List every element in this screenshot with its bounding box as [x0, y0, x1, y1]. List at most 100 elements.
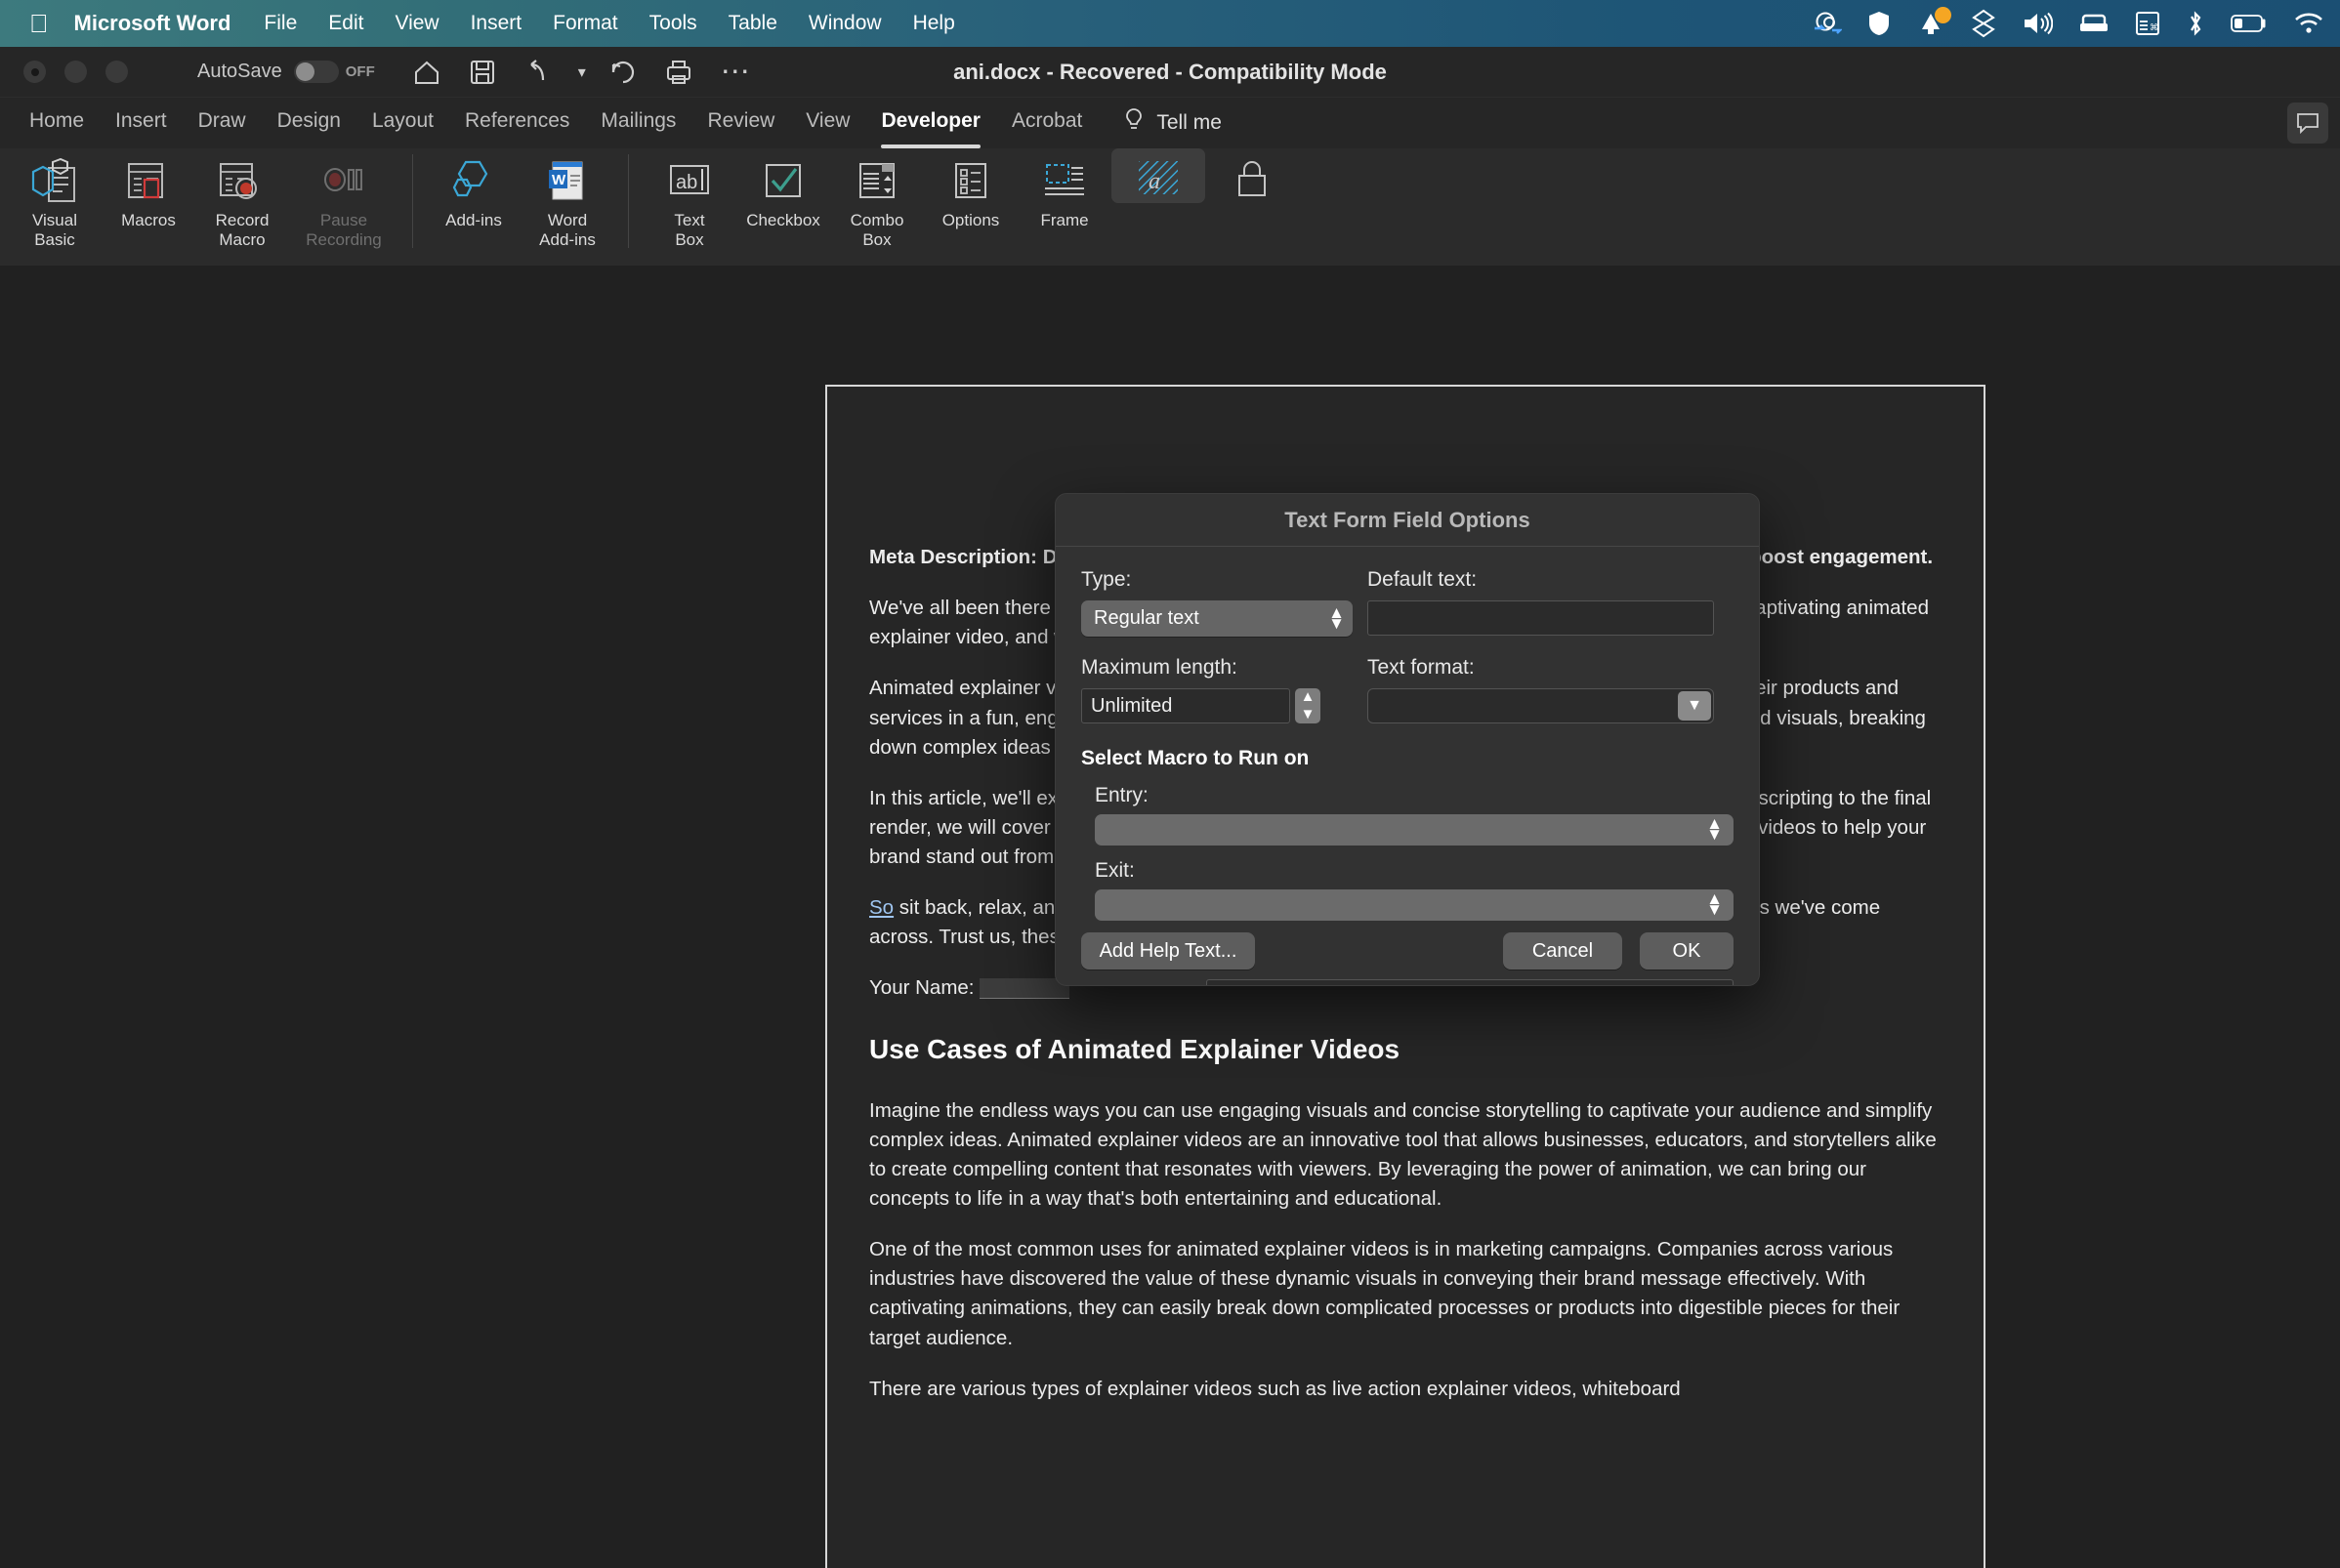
ribbon-label-line1: Text: [674, 211, 705, 229]
document-heading: Use Cases of Animated Explainer Videos: [869, 1033, 1400, 1064]
type-dropdown-value: Regular text: [1094, 607, 1199, 629]
max-length-stepper[interactable]: ▲ ▼: [1295, 688, 1320, 723]
ribbon-button-checkbox[interactable]: Checkbox: [736, 148, 830, 230]
bookmark-input[interactable]: Text1: [1206, 979, 1734, 985]
ribbon-divider: [628, 154, 629, 248]
tab-view[interactable]: View: [806, 109, 850, 137]
tab-mailings[interactable]: Mailings: [601, 109, 676, 137]
ribbon-group-form-controls: ab Text Box Checkbox Combo Box Options F…: [643, 148, 1299, 266]
macros-icon: [121, 156, 176, 211]
document-canvas[interactable]: Meta Description: Discover how animated …: [0, 266, 2340, 1568]
ribbon-button-macros[interactable]: Macros: [102, 148, 195, 230]
max-length-input[interactable]: Unlimited: [1081, 688, 1290, 723]
max-length-field-group: Maximum length: Unlimited ▲ ▼: [1081, 656, 1353, 723]
tab-developer[interactable]: Developer: [881, 109, 981, 148]
apple-logo-icon[interactable]: : [29, 11, 49, 36]
svg-text:⌘: ⌘: [2150, 22, 2158, 32]
document-link[interactable]: So: [869, 896, 894, 919]
minimize-button[interactable]: [64, 61, 87, 83]
ribbon-label-line1: Record: [215, 211, 270, 229]
wifi-icon[interactable]: [2293, 12, 2324, 35]
ribbon-button-add-ins[interactable]: Add-ins: [427, 148, 521, 230]
stepper-up-icon[interactable]: ▲: [1301, 688, 1316, 706]
menubar-item-edit[interactable]: Edit: [328, 12, 363, 35]
tell-me-search[interactable]: Tell me: [1123, 107, 1222, 139]
ribbon-button-text-box[interactable]: ab Text Box: [643, 148, 736, 249]
tab-review[interactable]: Review: [707, 109, 774, 137]
entry-macro-dropdown[interactable]: ▲ ▼: [1095, 814, 1734, 846]
entry-label: Entry:: [1095, 784, 1149, 806]
autosave-control[interactable]: AutoSave OFF: [197, 61, 375, 83]
text-form-field-options-dialog[interactable]: Text Form Field Options Type: Regular te…: [1055, 493, 1760, 986]
menubar-item-file[interactable]: File: [264, 12, 297, 35]
tab-draw[interactable]: Draw: [198, 109, 246, 137]
add-help-text-button[interactable]: Add Help Text...: [1081, 932, 1255, 970]
ribbon-label-line1: Options: [941, 211, 1000, 229]
close-button[interactable]: [23, 61, 46, 83]
ribbon-button-options[interactable]: Options: [924, 148, 1018, 230]
menubar-item-help[interactable]: Help: [913, 12, 955, 35]
ribbon-label-line2: Macro: [219, 229, 266, 249]
tab-references[interactable]: References: [465, 109, 569, 137]
ribbon-label-line1: Combo: [850, 211, 904, 229]
ribbon-button-form-field-shading[interactable]: a: [1111, 148, 1205, 203]
text-format-combobox[interactable]: ▼: [1367, 688, 1714, 723]
ribbon-button-protect-form[interactable]: [1205, 148, 1299, 203]
menubar-item-tools[interactable]: Tools: [649, 12, 697, 35]
save-icon[interactable]: [469, 59, 496, 86]
default-text-input[interactable]: [1367, 600, 1714, 636]
exit-macro-dropdown[interactable]: ▲ ▼: [1095, 889, 1734, 921]
autosave-label: AutoSave: [197, 61, 282, 82]
dialog-row-length-format: Maximum length: Unlimited ▲ ▼ Text forma…: [1081, 656, 1734, 723]
tab-layout[interactable]: Layout: [372, 109, 434, 137]
ribbon-button-record-macro[interactable]: Record Macro: [195, 148, 289, 249]
menubar-app-name[interactable]: Microsoft Word: [74, 11, 231, 36]
cloud-sync-icon[interactable]: [1813, 11, 1842, 36]
battery-icon[interactable]: [2231, 14, 2268, 33]
window-controls: [23, 61, 146, 83]
ribbon-label-line1: Macros: [121, 211, 176, 229]
ok-button[interactable]: OK: [1640, 932, 1734, 970]
ribbon-button-frame[interactable]: Frame: [1018, 148, 1111, 230]
keyboard-icon[interactable]: ⌘: [2135, 10, 2160, 37]
ribbon-button-visual-basic[interactable]: Visual Basic: [8, 148, 102, 249]
menubar-item-view[interactable]: View: [395, 12, 439, 35]
type-dropdown[interactable]: Regular text ▲ ▼: [1081, 600, 1353, 637]
display-icon[interactable]: [2078, 12, 2110, 35]
notification-bell-icon[interactable]: [1916, 7, 1951, 37]
menubar-item-insert[interactable]: Insert: [471, 12, 522, 35]
chevron-updown-icon: ▲ ▼: [1706, 814, 1723, 844]
quick-access-toolbar: ▾ ⋯: [412, 57, 777, 86]
document-body-paragraph: One of the most common uses for animated…: [869, 1238, 1901, 1349]
ribbon-button-word-add-ins[interactable]: W Word Add-ins: [521, 148, 614, 249]
bluetooth-icon[interactable]: [2186, 10, 2205, 37]
ribbon-button-combo-box[interactable]: Combo Box: [830, 148, 924, 249]
ribbon-button-pause-recording: Pause Recording: [289, 148, 398, 249]
chevron-down-icon[interactable]: ▼: [1678, 691, 1711, 721]
stepper-down-icon[interactable]: ▼: [1301, 706, 1316, 723]
ribbon-group-code: Visual Basic Macros Record Macro Pause R…: [8, 148, 398, 266]
shield-icon[interactable]: [1867, 10, 1891, 37]
cancel-button[interactable]: Cancel: [1503, 932, 1622, 970]
autosave-toggle[interactable]: [293, 61, 339, 83]
menubar-item-format[interactable]: Format: [553, 12, 618, 35]
combo-box-icon: [850, 156, 904, 211]
more-options-icon[interactable]: ⋯: [721, 57, 750, 86]
undo-icon[interactable]: [523, 59, 551, 86]
menubar-item-window[interactable]: Window: [809, 12, 882, 35]
menubar-item-table[interactable]: Table: [729, 12, 777, 35]
redo-icon[interactable]: [609, 59, 637, 86]
home-icon[interactable]: [412, 59, 441, 86]
comment-icon[interactable]: [2287, 103, 2328, 144]
tab-design[interactable]: Design: [277, 109, 341, 137]
volume-icon[interactable]: [2022, 11, 2053, 36]
layers-icon[interactable]: [1971, 9, 1996, 38]
text-format-label: Text format:: [1367, 656, 1475, 679]
tab-home[interactable]: Home: [29, 109, 84, 137]
maximize-button[interactable]: [105, 61, 128, 83]
tab-insert[interactable]: Insert: [115, 109, 167, 137]
ribbon-label-line2: Recording: [306, 229, 382, 249]
print-icon[interactable]: [664, 59, 693, 86]
tab-acrobat[interactable]: Acrobat: [1012, 109, 1082, 137]
undo-dropdown-chevron-icon[interactable]: ▾: [578, 62, 586, 82]
